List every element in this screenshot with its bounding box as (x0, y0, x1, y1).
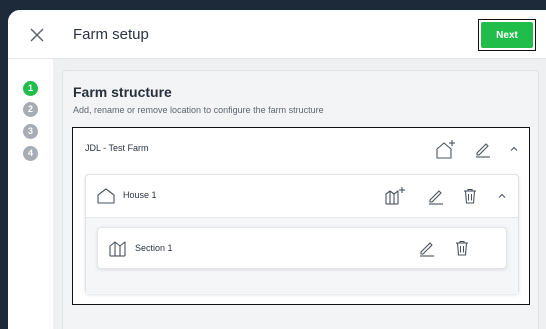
section-icon (108, 238, 128, 258)
trash-icon[interactable] (453, 239, 471, 257)
farm-setup-sheet: Farm setup Next 1 2 3 4 Farm structure A… (8, 10, 546, 329)
window-top-edge (0, 0, 546, 10)
next-button-focus-ring: Next (478, 19, 536, 51)
farm-structure-panel: Farm structure Add, rename or remove loc… (62, 70, 539, 329)
trash-icon[interactable] (461, 187, 479, 205)
edit-icon[interactable] (427, 187, 445, 205)
edit-icon[interactable] (418, 239, 436, 257)
section-name: Section 1 (135, 243, 173, 253)
window-left-edge (0, 0, 8, 329)
add-section-icon[interactable] (384, 185, 406, 207)
farm-row[interactable]: JDL - Test Farm (73, 128, 528, 170)
step-indicator: 1 2 3 4 (8, 59, 53, 329)
close-icon[interactable] (27, 25, 47, 45)
section-heading: Farm structure (73, 84, 172, 100)
step-2: 2 (23, 102, 38, 117)
house-icon (96, 186, 116, 206)
step-1: 1 (23, 81, 38, 96)
main-content: Farm structure Add, rename or remove loc… (54, 59, 546, 329)
house-node: House 1 Section 1 (85, 174, 519, 294)
farm-node: JDL - Test Farm House 1 Section 1 (72, 127, 530, 305)
section-description: Add, rename or remove location to config… (73, 105, 324, 115)
step-4: 4 (23, 146, 38, 161)
add-house-icon[interactable] (434, 138, 456, 160)
step-3: 3 (23, 124, 38, 139)
house-row[interactable]: House 1 (86, 175, 518, 217)
header-bar: Farm setup Next (8, 10, 546, 59)
house-name: House 1 (123, 190, 157, 200)
next-button[interactable]: Next (481, 22, 533, 48)
house-sections: Section 1 (86, 218, 518, 294)
farm-name: JDL - Test Farm (85, 143, 149, 153)
edit-icon[interactable] (474, 140, 492, 158)
page-title: Farm setup (73, 26, 149, 43)
section-node[interactable]: Section 1 (97, 227, 507, 269)
chevron-up-icon[interactable] (497, 191, 507, 201)
chevron-up-icon[interactable] (509, 144, 519, 154)
